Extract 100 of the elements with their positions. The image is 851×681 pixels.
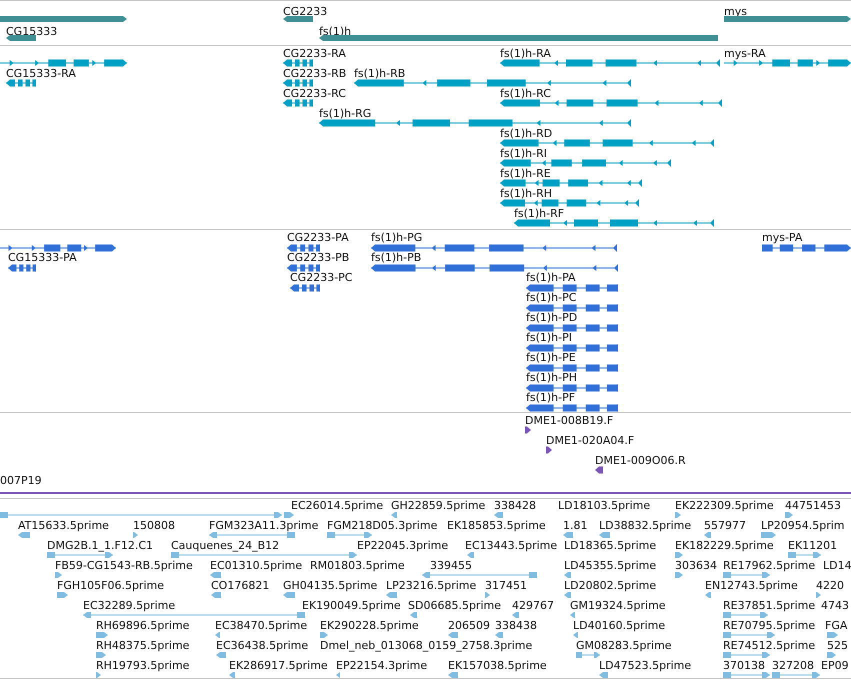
feature-label: SD06685.5prime (408, 599, 501, 612)
feature-label: RH48375.5prime (96, 639, 190, 652)
feature-label: CG15333-RA (6, 67, 76, 80)
feature-label: CO176821 (211, 579, 270, 592)
feature-label: EC01310.5prime (210, 559, 302, 572)
feature-label: FGH105F06.5prime (57, 579, 164, 592)
feature-label: RH69896.5prime (96, 619, 190, 632)
feature-label: DME1-009O06.R (595, 454, 686, 467)
feature-label: fs(1)h-PH (526, 371, 578, 384)
feature-label: CG2233-PC (290, 271, 352, 284)
feature-label: EN12743.5prime (705, 579, 798, 592)
feature-label: 007P19 (0, 474, 42, 487)
feature-label: 317451 (485, 579, 527, 592)
feature-label: FGM218D05.3prime (327, 519, 438, 532)
feature-label: EK222309.5prime (675, 499, 774, 512)
feature-label: CG2233-PA (287, 231, 349, 244)
feature-label: fs(1)h-RC (500, 87, 551, 100)
feature-label: EK290228.5prime (320, 619, 419, 632)
feature-label: CG15333-PA (8, 251, 77, 264)
feature-label: GM19324.5prime (570, 599, 666, 612)
feature-label: DME1-020A04.F (546, 434, 634, 447)
feature-label: RE74512.5prime (723, 639, 816, 652)
feature-label: LD40160.5prime (573, 619, 666, 632)
feature-label: CG2233-RC (283, 87, 346, 100)
feature-label: AT15633.5prime (18, 519, 109, 532)
feature-label: 303634 (675, 559, 717, 572)
feature-label: EP22154.3prime (336, 659, 428, 672)
feature-label: fs(1)h-RI (500, 147, 548, 160)
feature-label: fs(1)h-PD (526, 311, 578, 324)
feature-label: 370138 (723, 659, 765, 672)
feature-label: 4220 (816, 579, 844, 592)
feature-label: mys (724, 5, 747, 18)
feature-label: EK11201 (788, 539, 838, 552)
feature-label: fs(1)h (319, 25, 352, 38)
feature-label: fs(1)h-RE (500, 167, 551, 180)
feature-label: fs(1)h-PE (526, 351, 576, 364)
feature-label: EK182229.5prime (675, 539, 774, 552)
feature-label: mys-PA (762, 231, 802, 244)
feature-label: Cauquenes_24_B12 (171, 539, 280, 552)
feature-label: fs(1)h-RG (319, 107, 372, 120)
feature-label: LD38832.5prime (599, 519, 692, 532)
feature-label: LP20954.5prim (761, 519, 845, 532)
feature-label: 339455 (430, 559, 472, 572)
feature-label: CG2233-PB (287, 251, 350, 264)
feature-label: Dmel_neb_013068_0159_2758.3prime (320, 639, 532, 652)
feature-label: fs(1)h-RD (500, 127, 552, 140)
feature-label: LD47523.5prime (599, 659, 692, 672)
feature-label: EC36438.5prime (216, 639, 308, 652)
feature-label: DME1-008B19.F (525, 414, 614, 427)
feature-label: GM08283.5prime (576, 639, 672, 652)
feature-label: EC38470.5prime (215, 619, 308, 632)
feature-label: 150808 (133, 519, 175, 532)
feature-label: fs(1)h-PG (371, 231, 422, 244)
feature-label: fs(1)h-PB (371, 251, 422, 264)
feature-label: DMG2B.1_1.F12.C1 (47, 539, 154, 552)
feature-label: EK157038.5prime (448, 659, 547, 672)
feature-label: CG2233-RA (283, 47, 346, 60)
feature-label: FB59-CG1543-RB.5prime (55, 559, 193, 572)
feature-label: fs(1)h-PI (526, 331, 572, 344)
feature-label: EK185853.5prime (447, 519, 546, 532)
feature-label: fs(1)h-PC (526, 291, 576, 304)
feature-label: 1.81 (563, 519, 588, 532)
feature-label: fs(1)h-RH (500, 187, 552, 200)
feature-label: EP22045.3prime (357, 539, 448, 552)
feature-label: LP23216.5prime (386, 579, 476, 592)
feature-label: FGA (825, 619, 848, 632)
feature-label: LD18365.5prime (564, 539, 656, 552)
feature-label: fs(1)h-RB (354, 67, 406, 80)
feature-label: GH04135.5prime (283, 579, 378, 592)
feature-label: 429767 (512, 599, 554, 612)
feature-label: EK190049.5prime (302, 599, 401, 612)
feature-label: LD18103.5prime (558, 499, 650, 512)
feature-label: RH19793.5prime (96, 659, 190, 672)
feature-label: RE70795.5prime (723, 619, 816, 632)
feature-label: fs(1)h-RA (500, 47, 551, 60)
feature-label: 525 (827, 639, 848, 652)
feature-label: 206509 (448, 619, 490, 632)
feature-label: EC13443.5prime (465, 539, 558, 552)
feature-label: fs(1)h-RF (514, 207, 564, 220)
feature-label: CG2233-RB (283, 67, 346, 80)
feature-label: LD14 (823, 559, 851, 572)
feature-label: 327208 (772, 659, 814, 672)
feature-label: RE17962.5prime (723, 559, 816, 572)
feature-label: EP09 (821, 659, 849, 672)
feature-label: EC32289.5prime (83, 599, 176, 612)
feature-label: 4743 (821, 599, 849, 612)
feature-label: 44751453 (785, 499, 841, 512)
feature-label: GH22859.5prime (391, 499, 486, 512)
feature-label: 557977 (704, 519, 746, 532)
feature-label: EK286917.5prime (229, 659, 328, 672)
feature-label: fs(1)h-PA (526, 271, 576, 284)
feature-label: EC26014.5prime (291, 499, 384, 512)
feature-label: CG15333 (6, 25, 58, 38)
feature-label: LD45355.5prime (564, 559, 656, 572)
feature-label: 338438 (495, 619, 537, 632)
feature-label: LD20802.5prime (564, 579, 656, 592)
feature-label: RM01803.5prime (310, 559, 405, 572)
feature-label: mys-RA (724, 47, 766, 60)
feature-label: CG2233 (283, 5, 328, 18)
feature-label: FGM323A11.3prime (209, 519, 318, 532)
